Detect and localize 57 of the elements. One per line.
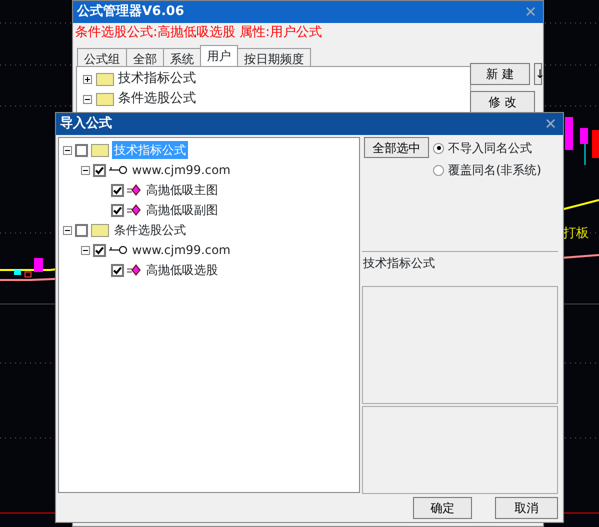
tab[interactable]: 全部 (126, 48, 164, 67)
description-text: 技术指标公式 (362, 251, 558, 283)
option-label[interactable]: 不导入同名公式 (448, 139, 532, 157)
dialog-title: 导入公式 (60, 114, 112, 134)
checkbox[interactable] (75, 224, 88, 236)
candle (565, 117, 573, 150)
expander-icon[interactable] (81, 166, 90, 174)
ok-button[interactable]: 确定 (413, 497, 472, 519)
tab[interactable]: 公式组 (77, 48, 127, 67)
folder-icon (96, 92, 114, 106)
candle (24, 272, 32, 278)
diamond-icon (127, 184, 141, 196)
checkbox[interactable] (75, 144, 88, 156)
expander-icon[interactable] (63, 146, 72, 154)
checkbox[interactable] (93, 244, 106, 256)
formula-info: 条件选股公式:高抛低吸选股 属性:用户公式 (74, 24, 323, 42)
select-all-button[interactable]: 全部选中 (364, 137, 429, 158)
chart-label: 打板 (563, 225, 589, 243)
tree-item[interactable]: 高抛低吸副图 (144, 201, 220, 219)
tab[interactable]: 用户 (200, 45, 238, 67)
tree-item[interactable]: 技术指标公式 (118, 69, 196, 89)
checkbox[interactable] (111, 204, 124, 216)
diamond-icon (127, 204, 141, 216)
option-label[interactable]: 覆盖同名(非系统) (448, 161, 542, 179)
tree-item[interactable]: 高抛低吸选股 (144, 261, 220, 279)
expander-icon[interactable] (83, 94, 92, 104)
tree-item[interactable]: 条件选股公式 (118, 89, 196, 109)
radio-button[interactable] (433, 164, 444, 176)
tab[interactable]: 按日期频度 (237, 48, 311, 67)
tree-item[interactable]: 高抛低吸主图 (144, 181, 220, 199)
expander-icon[interactable] (83, 74, 92, 84)
candle (580, 128, 588, 144)
tree-item[interactable]: www.cjm99.com (130, 241, 232, 259)
expander-icon[interactable] (81, 246, 90, 254)
new-button[interactable]: 新 建 (470, 63, 530, 85)
diamond-icon (127, 264, 141, 276)
tree-item[interactable]: 条件选股公式 (112, 221, 188, 239)
checkbox[interactable] (111, 184, 124, 196)
folder-icon (91, 144, 109, 156)
expander-icon[interactable] (63, 226, 72, 234)
folder-icon (96, 72, 114, 86)
folder-icon (91, 224, 109, 236)
window-title: 公式管理器V6.06 (77, 3, 184, 22)
edit-button[interactable]: 修 改 (470, 91, 535, 113)
tree-item[interactable]: www.cjm99.com (130, 161, 232, 179)
candle-wick (584, 144, 586, 166)
key-icon (109, 165, 127, 175)
dropdown-button[interactable]: ↓ (534, 63, 542, 85)
checkbox[interactable] (93, 164, 106, 176)
cancel-button[interactable]: 取消 (495, 497, 558, 519)
candle (34, 258, 43, 272)
radio-button[interactable] (433, 142, 444, 154)
tab[interactable]: 系统 (163, 48, 201, 67)
checkbox[interactable] (111, 264, 124, 276)
candle (592, 130, 599, 158)
candle (14, 270, 21, 275)
key-icon (109, 245, 127, 255)
